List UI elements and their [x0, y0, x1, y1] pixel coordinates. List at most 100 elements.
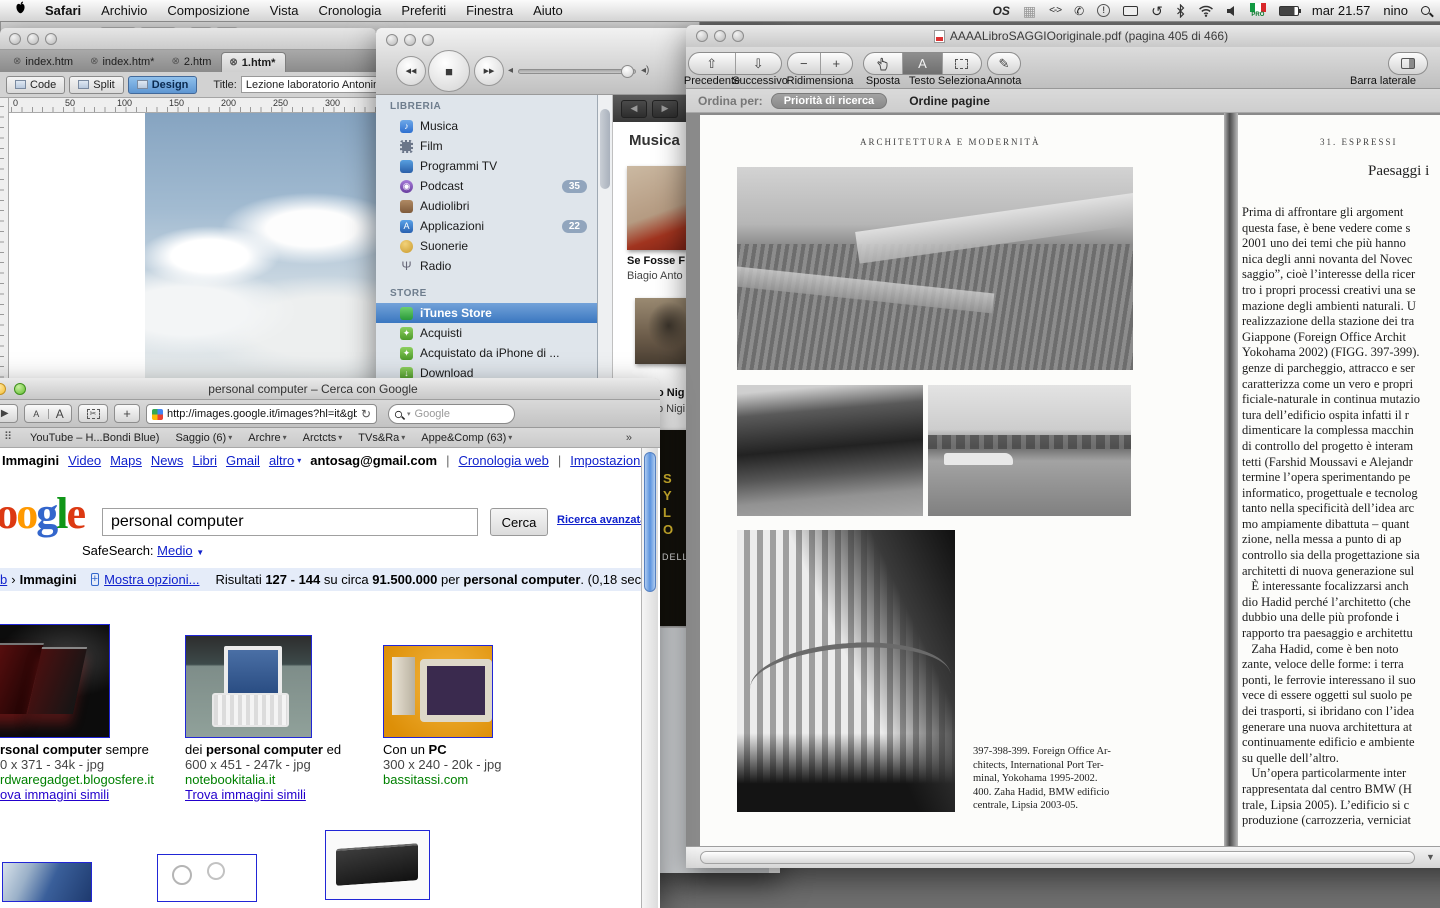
tab-1-htm[interactable]: ⊗1.htm* [221, 52, 286, 72]
displays-icon[interactable] [1123, 6, 1138, 16]
volume-icon[interactable] [1227, 5, 1237, 17]
lastfm-icon[interactable]: OS [992, 4, 1009, 18]
webclip-button[interactable]: ✂ [78, 404, 108, 423]
page-scrollbar[interactable] [641, 448, 658, 908]
sort-page-order-button[interactable]: Ordine pagine [909, 94, 990, 108]
nav-video[interactable]: Video [68, 453, 101, 468]
sidebar-item-applicazioni[interactable]: AApplicazioni22 [376, 216, 597, 236]
annotate-button[interactable]: ✎ [988, 53, 1020, 74]
url-text[interactable]: http://images.google.it/images?hl=it&gbv… [167, 408, 357, 420]
bookmarks-overflow-chevron[interactable]: » [626, 432, 632, 444]
zoom-button[interactable] [422, 34, 434, 46]
scroll-down-icon[interactable]: ▼ [1426, 853, 1435, 862]
bookmark-youtube[interactable]: YouTube – H...Bondi Blue) [30, 432, 159, 444]
result-thumbnail[interactable] [383, 645, 493, 738]
search-button[interactable]: Cerca [490, 508, 548, 536]
text-tool-button[interactable]: A [902, 53, 941, 74]
scrollbar-thumb[interactable] [600, 109, 610, 189]
time-machine-icon[interactable]: ↺ [1151, 4, 1163, 18]
volume-slider[interactable] [518, 69, 636, 74]
menu-clock[interactable]: mar 21.57 [1312, 3, 1371, 18]
editor-titlebar[interactable] [0, 28, 376, 50]
zoom-out-button[interactable]: − [788, 53, 820, 74]
result-thumbnail[interactable] [185, 635, 312, 738]
document-title-input[interactable] [241, 76, 393, 93]
album-artist[interactable]: Biagio Anto [627, 270, 683, 282]
close-button[interactable] [386, 34, 398, 46]
safesearch-caret-icon[interactable]: ▼ [196, 549, 204, 557]
sidebar-item-audiolibri[interactable]: Audiolibri [376, 196, 597, 216]
safari-titlebar[interactable]: personal computer – Cerca con Google [0, 378, 660, 400]
result-title[interactable]: dei personal computer ed [185, 742, 341, 757]
menu-archivio[interactable]: Archivio [91, 0, 157, 22]
find-similar-link[interactable]: Trova immagini simili [185, 787, 306, 802]
result-thumbnail[interactable] [0, 624, 110, 738]
code-view-button[interactable]: Code [6, 76, 65, 94]
menu-cronologia[interactable]: Cronologia [308, 0, 391, 22]
menu-aiuto[interactable]: Aiuto [523, 0, 573, 22]
zoom-button[interactable] [45, 33, 57, 45]
menu-safari[interactable]: Safari [35, 0, 91, 22]
close-tab-icon[interactable]: ⊗ [90, 57, 98, 67]
phone-icon[interactable]: ✆ [1074, 5, 1084, 17]
bookmark-archre[interactable]: Archre▾ [248, 432, 286, 444]
pdf-titlebar[interactable]: AAAALibroSAGGIOoriginale.pdf (pagina 405… [686, 25, 1440, 47]
close-tab-icon[interactable]: ⊗ [171, 57, 179, 67]
sidebar-item-podcast[interactable]: ◉Podcast35 [376, 176, 597, 196]
split-view-button[interactable]: Split [69, 76, 123, 94]
show-options-link[interactable]: Mostra opzioni... [104, 572, 199, 587]
search-placeholder[interactable]: Google [415, 408, 450, 420]
find-similar-link[interactable]: ova immagini simili [0, 787, 109, 802]
larger-text-button[interactable]: A [49, 407, 72, 421]
result-thumbnail[interactable] [2, 862, 92, 902]
tab-2-htm[interactable]: ⊗2.htm [164, 52, 221, 72]
minimize-button[interactable] [27, 33, 39, 45]
flag-menu[interactable]: PRO [1250, 3, 1266, 18]
zoom-in-button[interactable]: + [820, 53, 853, 74]
scrollbar-thumb[interactable] [644, 452, 656, 592]
minimize-button[interactable] [714, 30, 726, 42]
close-button[interactable] [9, 33, 21, 45]
sidebar-item-radio[interactable]: ΨRadio [376, 256, 597, 276]
address-bar[interactable]: http://images.google.it/images?hl=it&gbv… [146, 404, 377, 424]
bookmarks-grid-icon[interactable]: ⠿ [4, 432, 12, 443]
result-thumbnail[interactable] [157, 854, 257, 902]
menu-finestra[interactable]: Finestra [456, 0, 523, 22]
apple-menu[interactable] [0, 0, 35, 22]
menu-preferiti[interactable]: Preferiti [391, 0, 456, 22]
volume-knob[interactable] [621, 65, 634, 78]
clouds-image[interactable] [145, 113, 376, 388]
wifi-icon[interactable] [1198, 5, 1214, 17]
sidebar-item-musica[interactable]: ♪Musica [376, 116, 597, 136]
store-forward-button[interactable]: ▶ [652, 100, 678, 118]
result-title[interactable]: Con un PC [383, 742, 447, 757]
web-history-link[interactable]: Cronologia web [458, 453, 548, 468]
nav-gmail[interactable]: Gmail [226, 453, 260, 468]
fast-forward-button[interactable]: ▶▶ [474, 56, 504, 86]
album-cover[interactable] [635, 298, 691, 364]
user-menu[interactable]: nino [1383, 3, 1408, 18]
bookmark-arctcts[interactable]: Arctcts▾ [303, 432, 343, 444]
smaller-text-button[interactable]: A [25, 409, 49, 419]
sort-search-priority-button[interactable]: Priorità di ricerca [771, 93, 888, 109]
settings-link[interactable]: Impostazioni [570, 453, 643, 468]
safesearch-level-link[interactable]: Medio [157, 543, 192, 558]
advanced-search-link[interactable]: Ricerca avanzata [557, 514, 646, 526]
forward-button[interactable]: ▶ [0, 409, 17, 419]
horizontal-scrollbar[interactable]: ▼ [686, 846, 1440, 868]
next-page-button[interactable]: ⇩ [735, 53, 782, 74]
result-thumbnail[interactable] [325, 830, 430, 900]
sidebar-item-acquisti[interactable]: ✦Acquisti [376, 323, 597, 343]
sidebar-item-suonerie[interactable]: Suonerie [376, 236, 597, 256]
battery-icon[interactable] [1279, 6, 1299, 16]
tab-index-htm[interactable]: ⊗index.htm [6, 52, 83, 72]
nav-libri[interactable]: Libri [192, 453, 217, 468]
bookmark-tvs-ra[interactable]: TVs&Ra▾ [358, 432, 405, 444]
nav-altro[interactable]: altro [269, 453, 294, 468]
select-tool-button[interactable] [942, 53, 981, 74]
scrollbar-thumb[interactable] [700, 851, 1415, 864]
search-field[interactable]: ▾ Google [388, 404, 515, 424]
stop-button[interactable]: ■ [428, 50, 470, 92]
close-button[interactable] [696, 30, 708, 42]
album-title[interactable]: Se Fosse F [627, 255, 685, 267]
